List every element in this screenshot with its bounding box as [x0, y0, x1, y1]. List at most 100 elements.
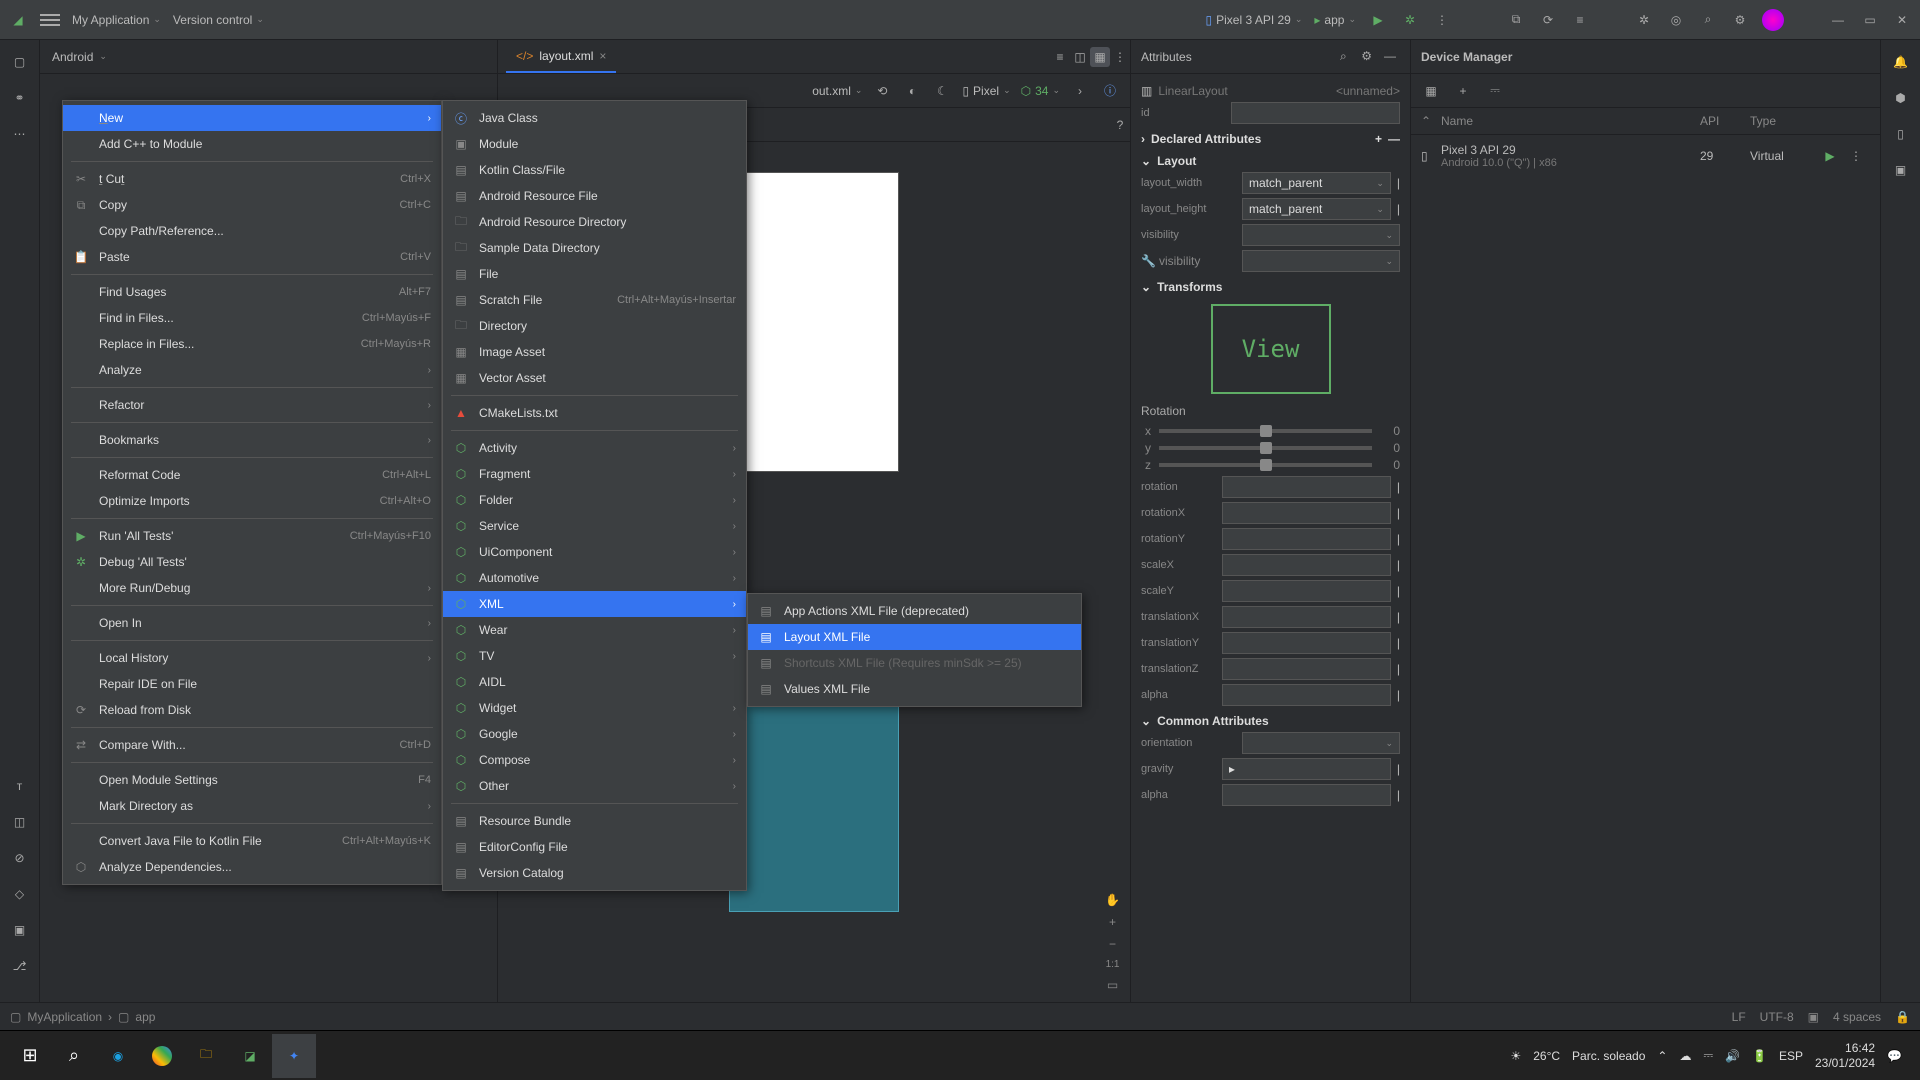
cm-reformat[interactable]: Reformat CodeCtrl+Alt+L [63, 462, 441, 488]
resource-manager-icon[interactable]: ⚭ [10, 88, 30, 108]
cm2-wear[interactable]: ⬡Wear› [443, 617, 746, 643]
cm-copy-path[interactable]: Copy Path/Reference... [63, 218, 441, 244]
layout-width-select[interactable]: match_parent⌄ [1242, 172, 1391, 194]
cm-analyze-deps[interactable]: ⬡Analyze Dependencies... [63, 854, 441, 880]
cm2-android-res-dir[interactable]: 🗀Android Resource Directory [443, 209, 746, 235]
emulator-icon[interactable]: ▯ [1891, 124, 1911, 144]
app-inspection-icon[interactable]: ▣ [10, 920, 30, 940]
sync-icon[interactable]: ⟳ [1538, 10, 1558, 30]
rotation-z-slider[interactable] [1159, 463, 1372, 467]
add-attr-icon[interactable]: + [1375, 132, 1382, 146]
cm2-android-res-file[interactable]: ▤Android Resource File [443, 183, 746, 209]
bug-icon[interactable]: ✲ [1634, 10, 1654, 30]
gradle-icon[interactable]: ⬢ [1891, 88, 1911, 108]
help-icon[interactable]: ? [1110, 115, 1130, 135]
orientation-select[interactable]: ⌄ [1242, 732, 1400, 754]
rotation-y-slider[interactable] [1159, 446, 1372, 450]
cm-local-history[interactable]: Local History› [63, 645, 441, 671]
profiler-tool-icon[interactable]: ◇ [10, 884, 30, 904]
more-actions-button[interactable]: ⋮ [1432, 10, 1452, 30]
taskbar-explorer[interactable]: 🗀 [184, 1034, 228, 1078]
cm3-layout-xml[interactable]: ▤Layout XML File [748, 624, 1081, 650]
tray-time[interactable]: 16:42 [1815, 1041, 1875, 1055]
hand-tool-icon[interactable]: ✋ [1105, 893, 1120, 907]
cm2-compose[interactable]: ⬡Compose› [443, 747, 746, 773]
cm-analyze[interactable]: Analyze› [63, 357, 441, 383]
zoom-reset-icon[interactable]: ▭ [1107, 978, 1118, 992]
sidebar-mode[interactable]: Android [52, 50, 93, 64]
visibility-select[interactable]: ⌄ [1242, 224, 1400, 246]
cm-mark-dir[interactable]: Mark Directory as› [63, 793, 441, 819]
cm-run-all[interactable]: ▶Run 'All Tests'Ctrl+Mayús+F10 [63, 523, 441, 549]
search-icon[interactable]: ⌕ [1698, 10, 1718, 30]
attr-id-input[interactable] [1231, 102, 1400, 124]
cm-paste[interactable]: 📋PasteCtrl+V [63, 244, 441, 270]
zoom-fit-icon[interactable]: 1:1 [1106, 959, 1120, 970]
section-common-attributes[interactable]: ⌄Common Attributes [1141, 714, 1400, 728]
cm-new[interactable]: NNewew› [63, 105, 441, 131]
scaley-input[interactable] [1222, 580, 1391, 602]
cm2-widget[interactable]: ⬡Widget› [443, 695, 746, 721]
device-run-button[interactable]: ▶ [1820, 146, 1840, 166]
close-button[interactable]: ✕ [1892, 10, 1912, 30]
cm2-resource-bundle[interactable]: ▤Resource Bundle [443, 808, 746, 834]
section-layout[interactable]: ⌄Layout [1141, 154, 1400, 168]
theme-icon[interactable]: ◐ [902, 81, 922, 101]
cm2-tv[interactable]: ⬡TV› [443, 643, 746, 669]
tab-layout-xml[interactable]: </> layout.xml × [506, 40, 616, 73]
tray-volume-icon[interactable]: 🔊 [1725, 1049, 1740, 1063]
layout-height-select[interactable]: match_parent⌄ [1242, 198, 1391, 220]
lock-icon[interactable]: 🔒 [1895, 1010, 1910, 1024]
zoom-in-icon[interactable]: + [1109, 915, 1116, 929]
cm-refactor[interactable]: Refactor› [63, 392, 441, 418]
col-api[interactable]: API [1700, 114, 1750, 128]
cm2-folder[interactable]: ⬡Folder› [443, 487, 746, 513]
cm3-app-actions[interactable]: ▤App Actions XML File (deprecated) [748, 598, 1081, 624]
maximize-button[interactable]: ▭ [1860, 10, 1880, 30]
dm-wifi-icon[interactable]: ⎓ [1485, 81, 1505, 101]
cm2-editorconfig[interactable]: ▤EditorConfig File [443, 834, 746, 860]
cm-convert[interactable]: Convert Java File to Kotlin FileCtrl+Alt… [63, 828, 441, 854]
cm2-automotive[interactable]: ⬡Automotive› [443, 565, 746, 591]
vcs-tool-icon[interactable]: ⎇ [10, 956, 30, 976]
night-icon[interactable]: ☾ [932, 81, 952, 101]
device-manager-tool-icon[interactable]: ▣ [1891, 160, 1911, 180]
cm2-xml[interactable]: ⬡XML› [443, 591, 746, 617]
translationy-input[interactable] [1222, 632, 1391, 654]
rotationx-input[interactable] [1222, 502, 1391, 524]
cm2-directory[interactable]: 🗀Directory [443, 313, 746, 339]
cm3-values[interactable]: ▤Values XML File [748, 676, 1081, 702]
view-design-icon[interactable]: ▦ [1090, 47, 1110, 67]
tray-onedrive-icon[interactable]: ☁ [1679, 1049, 1691, 1063]
tray-network-icon[interactable]: ⎓ [1703, 1048, 1713, 1063]
cm-optimize[interactable]: Optimize ImportsCtrl+Alt+O [63, 488, 441, 514]
zoom-out-icon[interactable]: − [1109, 937, 1116, 951]
logcat-icon[interactable]: ◫ [10, 812, 30, 832]
layout-inspector-icon[interactable]: ⧉ [1506, 10, 1526, 30]
translationx-input[interactable] [1222, 606, 1391, 628]
cm2-other[interactable]: ⬡Other› [443, 773, 746, 799]
translationz-input[interactable] [1222, 658, 1391, 680]
cm-open-in[interactable]: Open In› [63, 610, 441, 636]
cm2-google[interactable]: ⬡Google› [443, 721, 746, 747]
vcs-dropdown[interactable]: Version control⌄ [173, 13, 264, 27]
nav-next-icon[interactable]: › [1070, 81, 1090, 101]
tray-expand-icon[interactable]: ⌃ [1657, 1049, 1667, 1063]
cm-debug-all[interactable]: ✲Debug 'All Tests' [63, 549, 441, 575]
col-type[interactable]: Type [1750, 114, 1820, 128]
minimize-button[interactable]: — [1828, 10, 1848, 30]
cm2-aidl[interactable]: ⬡AIDL [443, 669, 746, 695]
debug-button[interactable]: ✲ [1400, 10, 1420, 30]
device-picker[interactable]: ▯ Pixel⌄ [962, 84, 1010, 98]
attr-minimize-icon[interactable]: — [1380, 46, 1400, 66]
view-list-icon[interactable]: ≡ [1050, 47, 1070, 67]
scalex-input[interactable] [1222, 554, 1391, 576]
build-icon[interactable]: ≡ [1570, 10, 1590, 30]
cm2-module[interactable]: ▣Module [443, 131, 746, 157]
cm2-uicomponent[interactable]: ⬡UiComponent› [443, 539, 746, 565]
settings-icon[interactable]: ⚙ [1730, 10, 1750, 30]
run-button[interactable]: ▶ [1368, 10, 1388, 30]
orientation-icon[interactable]: ⟲ [872, 81, 892, 101]
line-ending[interactable]: LF [1732, 1010, 1746, 1024]
device-row[interactable]: ▯ Pixel 3 API 29 Android 10.0 ("Q") | x8… [1411, 135, 1880, 177]
